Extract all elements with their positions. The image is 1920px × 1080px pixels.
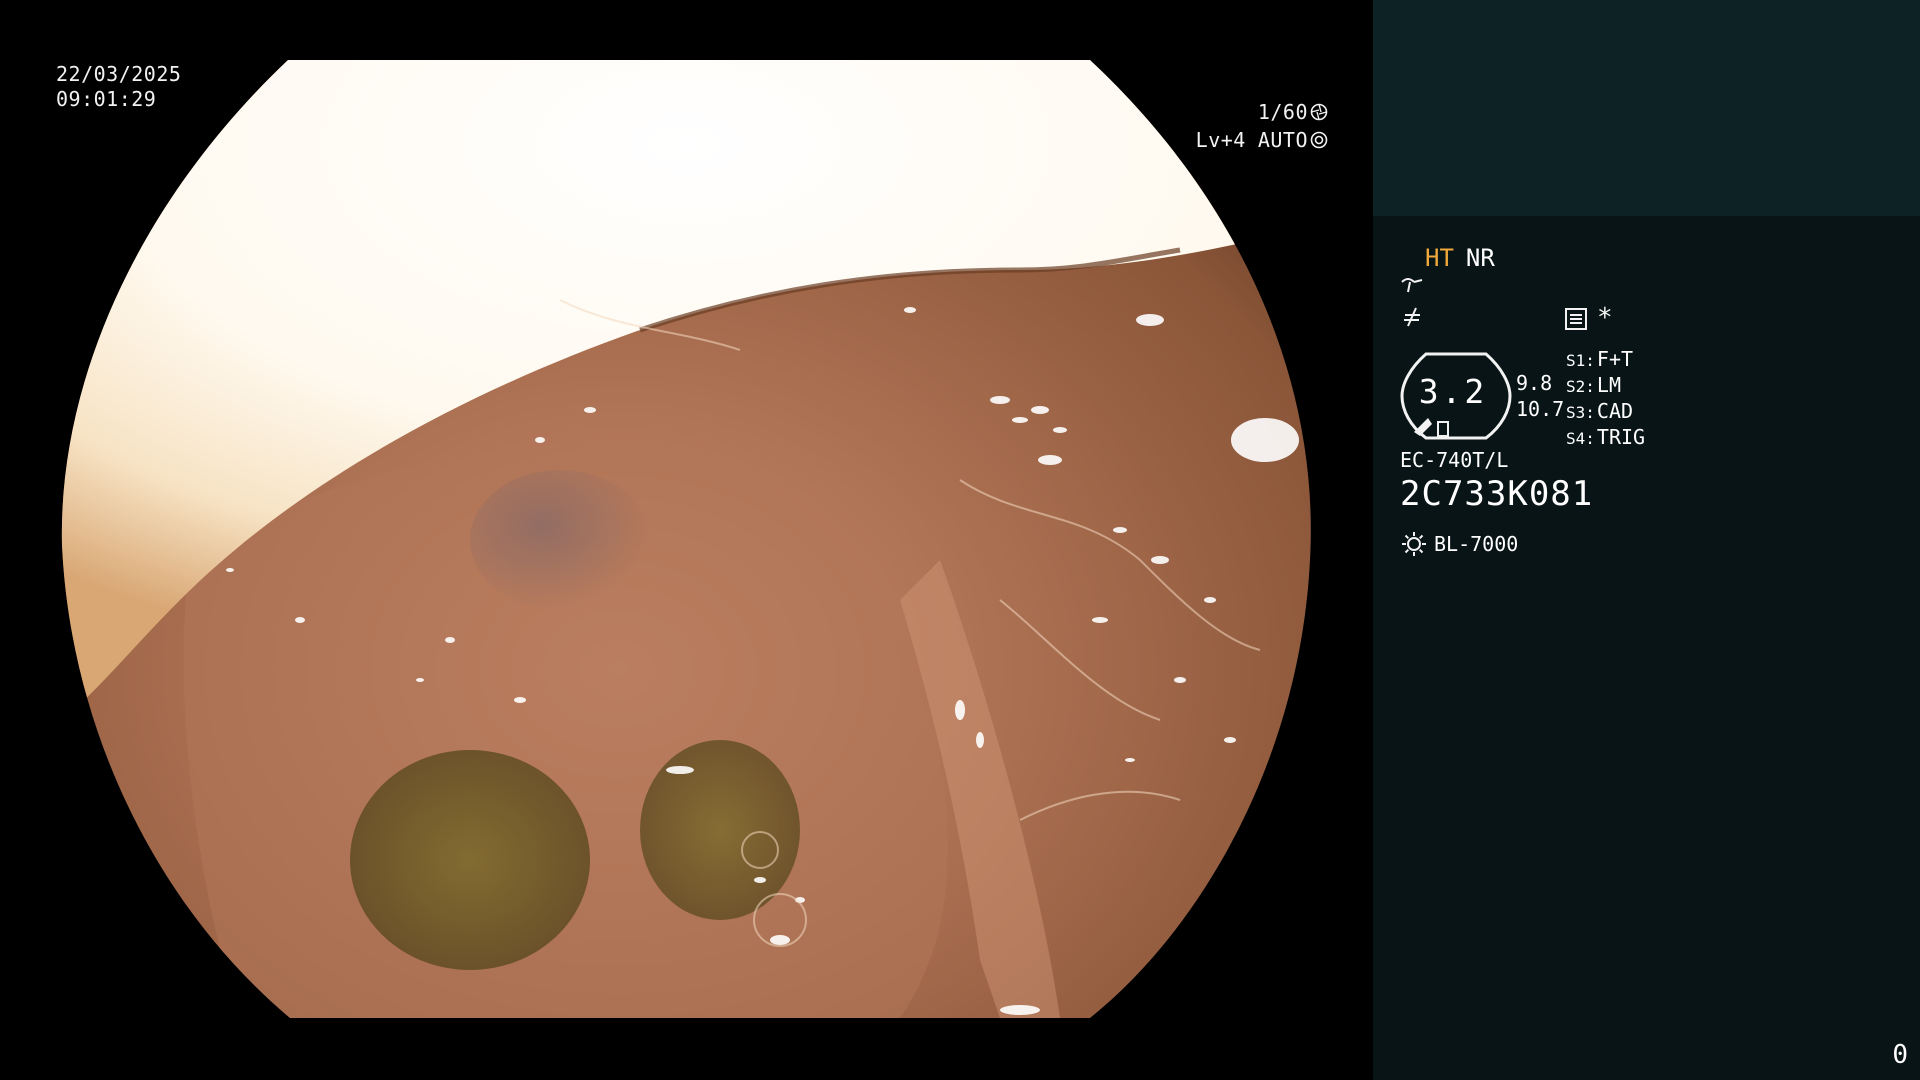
panel-header-area <box>1373 0 1920 216</box>
star-mark: * <box>1597 303 1614 333</box>
light-source-icon <box>1402 532 1426 556</box>
endoscope-image <box>61 60 1311 1018</box>
date-time-readout: 22/03/2025 09:01:29 <box>56 62 181 112</box>
aperture-icon <box>1310 103 1328 121</box>
iris-mode-text: AUTO <box>1257 127 1308 152</box>
endoscopy-monitor: 22/03/2025 09:01:29 1/60 Lv+4 AUTO HT NR… <box>0 0 1920 1080</box>
mode-ht-label: HT <box>1425 244 1454 272</box>
zoom-value: 3.2 <box>1418 372 1488 411</box>
scope-switch-list: S1: F+T S2: LM S3: CAD S4: TRIG <box>1566 347 1645 451</box>
iris-icon <box>1310 131 1328 149</box>
light-source-row: BL-7000 <box>1400 530 1518 558</box>
endoscope-view: 22/03/2025 09:01:29 1/60 Lv+4 AUTO <box>0 0 1373 1080</box>
info-panel: HT NR * 3.2 9.8 10.7 S1: F+T S2: LM S3: CAD … <box>1373 0 1920 1080</box>
image-counter: 0 <box>1892 1040 1908 1070</box>
scope-serial-number: 2C733K081 <box>1400 474 1594 514</box>
switch-s3: S3: CAD <box>1566 399 1634 423</box>
menu-list-icon <box>1565 308 1587 330</box>
brightness-level-text: Lv+4 <box>1195 127 1246 152</box>
shutter-text: 1/60 <box>1257 99 1308 124</box>
image-mode-row: HT NR <box>1425 244 1495 272</box>
time-text: 09:01:29 <box>56 87 157 111</box>
exposure-readout: 1/60 Lv+4 AUTO <box>1196 98 1328 154</box>
f-slash-icon <box>1404 307 1420 327</box>
curve-enhance-icon <box>1401 278 1423 293</box>
scope-model: EC-740T/L <box>1400 448 1509 472</box>
switch-s1: S1: F+T <box>1566 347 1634 371</box>
switch-s4: S4: TRIG <box>1566 425 1646 449</box>
enhancement-value-1: 9.8 <box>1516 371 1553 395</box>
mode-nr-label: NR <box>1465 244 1495 272</box>
enhancement-values: 9.8 10.7 <box>1516 370 1564 422</box>
date-text: 22/03/2025 <box>56 62 182 86</box>
light-source-label: BL-7000 <box>1434 532 1519 556</box>
switch-s2: S2: LM <box>1566 373 1621 397</box>
enhancement-value-2: 10.7 <box>1516 397 1565 421</box>
